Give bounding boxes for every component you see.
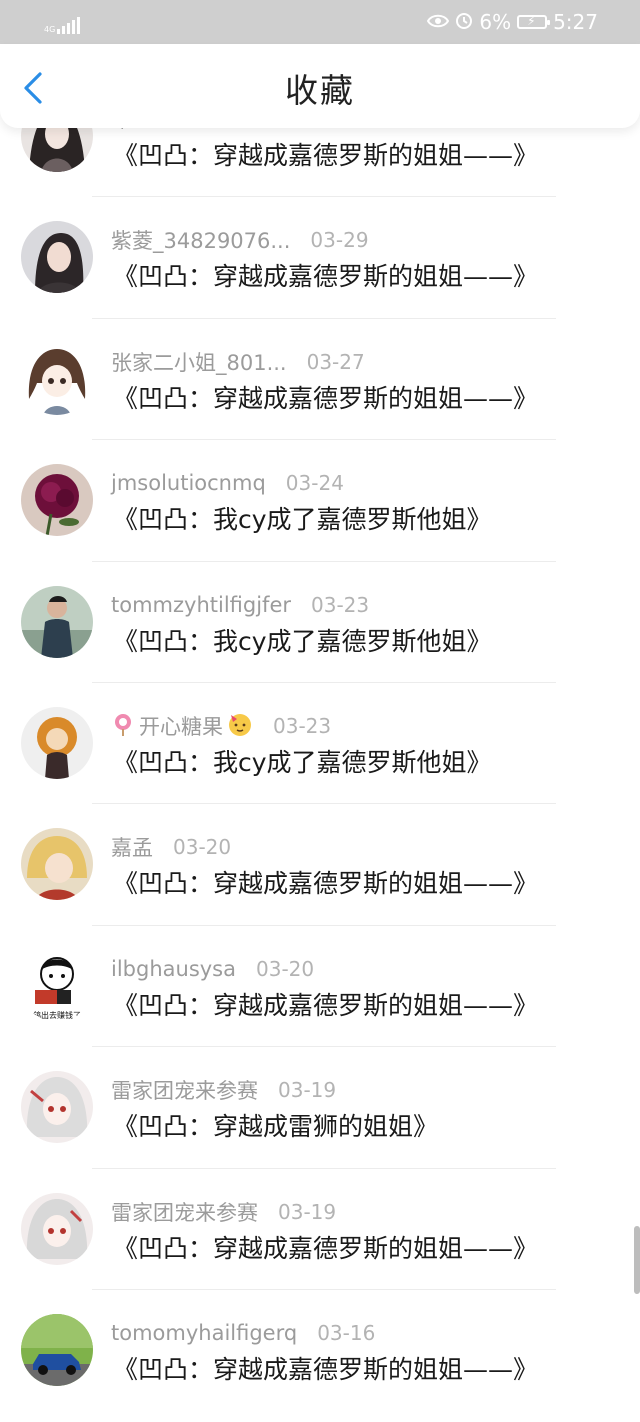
date: 03-19 (278, 1078, 337, 1103)
clock: 5:27 (553, 10, 598, 34)
network-type: 4G (44, 25, 56, 34)
avatar[interactable] (21, 1313, 93, 1386)
username[interactable]: ilbghausysa (111, 957, 236, 981)
book-title[interactable]: 《凹凸：穿越成雷狮的姐姐》 (113, 1111, 438, 1143)
party-face-icon (227, 711, 253, 741)
username[interactable]: 开心糖果 (139, 711, 223, 741)
username[interactable]: 张家二小姐_801... (111, 347, 287, 377)
book-title[interactable]: 《凹凸：穿越成嘉德罗斯的姐姐——》 (113, 990, 538, 1022)
list-item[interactable]: 张家二小姐_801... 03-27 《凹凸：穿越成嘉德罗斯的姐姐——》 (0, 319, 640, 441)
screen: 希砸～ 03-31 《凹凸：穿越成嘉德罗斯的姐姐——》 紫菱_34829076.… (0, 0, 640, 1422)
username[interactable]: jmsolutiocnmq (111, 471, 266, 495)
list-item[interactable]: 雷家团宠来参赛 03-19 《凹凸：穿越成嘉德罗斯的姐姐——》 (0, 1169, 640, 1290)
list-item[interactable]: jmsolutiocnmq 03-24 《凹凸：我cy成了嘉德罗斯他姐》 (0, 440, 640, 562)
list-item[interactable]: 嘉孟 03-20 《凹凸：穿越成嘉德罗斯的姐姐——》 (0, 804, 640, 926)
avatar[interactable] (21, 464, 93, 537)
header-bar: 收藏 (0, 44, 640, 128)
date: 03-29 (310, 228, 369, 253)
date: 03-24 (285, 471, 344, 496)
battery-icon: ⚡ (517, 14, 551, 29)
signal-icon (57, 16, 81, 34)
book-title[interactable]: 《凹凸：穿越成嘉德罗斯的姐姐——》 (113, 1233, 538, 1265)
battery-percent: 6% (479, 10, 512, 34)
date: 03-16 (317, 1320, 376, 1345)
avatar[interactable] (21, 221, 93, 294)
book-title[interactable]: 《凹凸：穿越成嘉德罗斯的姐姐——》 (113, 1354, 538, 1386)
book-title[interactable]: 《凹凸：穿越成嘉德罗斯的姐姐——》 (113, 261, 538, 293)
avatar[interactable] (21, 1192, 93, 1265)
avatar[interactable] (21, 706, 93, 779)
username[interactable]: 雷家团宠来参赛 (111, 1197, 258, 1227)
date: 03-20 (256, 956, 315, 981)
avatar[interactable]: 鸽出去赚钱了 (21, 949, 93, 1022)
username[interactable]: tommzyhtilfigjfer (111, 593, 291, 617)
avatar[interactable] (21, 585, 93, 658)
username[interactable]: 雷家团宠来参赛 (111, 1075, 258, 1105)
avatar[interactable] (21, 828, 93, 901)
date: 03-23 (273, 713, 332, 738)
alarm-icon (455, 10, 473, 34)
username[interactable]: 嘉孟 (111, 832, 153, 862)
username[interactable]: tomomyhailfigerq (111, 1321, 297, 1345)
status-bar: 4G 6% ⚡ 5:27 (0, 0, 640, 44)
username[interactable]: 紫菱_34829076... (111, 225, 290, 255)
favorites-list: 希砸～ 03-31 《凹凸：穿越成嘉德罗斯的姐姐——》 紫菱_34829076.… (0, 76, 640, 1411)
list-item[interactable]: 紫菱_34829076... 03-29 《凹凸：穿越成嘉德罗斯的姐姐——》 (0, 197, 640, 319)
list-item[interactable]: tommzyhtilfigjfer 03-23 《凹凸：我cy成了嘉德罗斯他姐》 (0, 562, 640, 683)
avatar-caption: 鸽出去赚钱了 (33, 1010, 81, 1020)
page-title: 收藏 (285, 71, 355, 110)
date: 03-23 (311, 592, 370, 617)
date: 03-20 (173, 835, 232, 860)
scrollbar-thumb[interactable] (634, 1226, 640, 1294)
book-title[interactable]: 《凹凸：穿越成嘉德罗斯的姐姐——》 (113, 140, 538, 172)
eye-icon (427, 10, 450, 34)
book-title[interactable]: 《凹凸：穿越成嘉德罗斯的姐姐——》 (113, 383, 538, 415)
book-title[interactable]: 《凹凸：我cy成了嘉德罗斯他姐》 (113, 626, 492, 658)
avatar[interactable] (21, 342, 93, 415)
lollipop-icon (111, 712, 135, 740)
book-title[interactable]: 《凹凸：我cy成了嘉德罗斯他姐》 (113, 504, 492, 536)
list-item[interactable]: 雷家团宠来参赛 03-19 《凹凸：穿越成雷狮的姐姐》 (0, 1047, 640, 1169)
book-title[interactable]: 《凹凸：穿越成嘉德罗斯的姐姐——》 (113, 868, 538, 900)
avatar[interactable] (21, 1071, 93, 1144)
book-title[interactable]: 《凹凸：我cy成了嘉德罗斯他姐》 (113, 747, 492, 779)
date: 03-19 (278, 1199, 337, 1224)
list-item[interactable]: tomomyhailfigerq 03-16 《凹凸：穿越成嘉德罗斯的姐姐——》 (0, 1290, 640, 1411)
list-item[interactable]: 鸽出去赚钱了 ilbghausysa 03-20 《凹凸：穿越成嘉德罗斯的姐姐—… (0, 926, 640, 1048)
list-item[interactable]: 开心糖果 03-23 《凹凸：我cy成了嘉德罗斯他姐》 (0, 683, 640, 805)
date: 03-27 (306, 349, 365, 374)
